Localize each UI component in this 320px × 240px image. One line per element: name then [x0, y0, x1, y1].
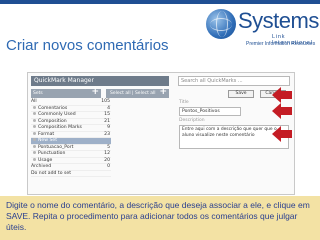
set-bullet-icon — [33, 131, 36, 135]
set-item-label: Do not add to set — [31, 170, 71, 176]
pointer-arrow-icon — [272, 87, 292, 103]
set-bullet-icon — [33, 112, 36, 115]
set-bullet-icon — [33, 151, 36, 154]
page-title: Criar novos comentários — [6, 37, 169, 54]
top-accent-bar — [0, 0, 320, 4]
marks-select-all[interactable]: Select all | Select all — [110, 91, 156, 96]
sets-header: Sets + — [31, 88, 101, 98]
quickmark-screenshot: QuickMark Manager Search all QuickMarks … — [27, 72, 295, 195]
pointer-arrow-icon — [272, 103, 292, 119]
set-bullet-icon — [33, 118, 36, 122]
description-field-label: Description — [179, 118, 205, 123]
add-set-icon[interactable]: + — [91, 88, 99, 97]
set-bullet-icon — [33, 105, 36, 109]
quickmark-window-title: QuickMark Manager — [31, 76, 169, 86]
set-bullet-icon — [33, 157, 36, 161]
sets-header-label: Sets — [33, 91, 43, 96]
brand-name: Systems — [238, 8, 319, 33]
quickmark-search-input[interactable]: Search all QuickMarks ... — [178, 76, 290, 86]
title-field-label: Title — [179, 100, 189, 105]
marks-header: Select all | Select all + — [106, 88, 169, 98]
title-input[interactable]: Pontos_Positivos — [179, 107, 241, 116]
pointer-arrow-icon — [272, 126, 292, 142]
add-mark-icon[interactable]: + — [159, 88, 167, 97]
save-button[interactable]: Save — [228, 90, 254, 98]
instruction-caption: Digite o nome do comentário, a descrição… — [0, 196, 320, 240]
set-bullet-icon — [33, 125, 36, 128]
set-bullet-icon — [33, 144, 36, 148]
quickmark-set-list: All 105 Comentarios 4 Commonly Used 15 Comp… — [31, 99, 111, 177]
set-item-do-not-add[interactable]: Do not add to set — [31, 170, 111, 177]
globe-icon — [206, 9, 236, 39]
set-bullet-icon — [33, 138, 36, 141]
brand-tagline-2: Premier Information Resources — [246, 41, 316, 47]
brand-logo: Systems Link International Premier Infor… — [206, 5, 319, 53]
